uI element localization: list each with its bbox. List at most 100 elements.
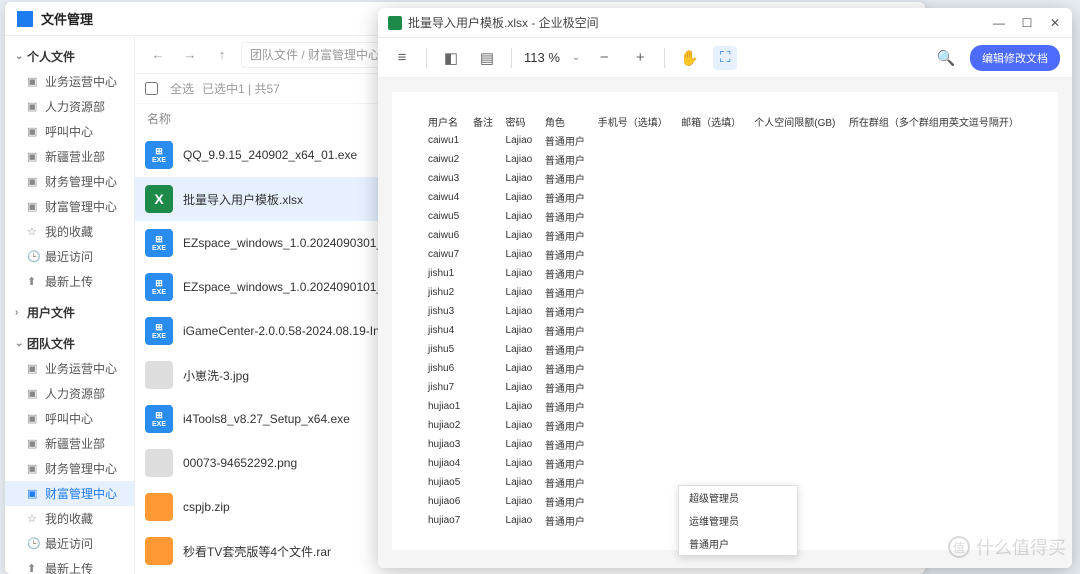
table-row[interactable]: hujiao2Lajiao普通用户 (422, 416, 1028, 435)
dropdown-option[interactable]: 运维管理员 (679, 509, 797, 532)
cell (467, 435, 500, 454)
menu-icon[interactable]: ≡ (390, 46, 414, 70)
search-icon[interactable]: 🔍 (934, 46, 958, 70)
sidebar-item[interactable]: ▣业务运营中心 (5, 69, 134, 94)
sidebar-item[interactable]: ☆我的收藏 (5, 506, 134, 531)
sidebar-item[interactable]: ⬆最新上传 (5, 269, 134, 294)
zoom-dropdown-icon[interactable]: ⌄ (572, 52, 580, 63)
folder-icon: ▣ (27, 387, 41, 400)
select-all-label: 全选 (170, 80, 194, 97)
table-row[interactable]: jishu1Lajiao普通用户 (422, 264, 1028, 283)
exe-icon: ⊞EXE (145, 229, 173, 257)
table-row[interactable]: hujiao3Lajiao普通用户 (422, 435, 1028, 454)
sidebar-item[interactable]: ▣财富管理中心 (5, 481, 134, 506)
sidebar-item[interactable]: ▣财务管理中心 (5, 456, 134, 481)
table-row[interactable]: jishu7Lajiao普通用户 (422, 378, 1028, 397)
nav-up-button[interactable]: ↑ (209, 42, 235, 68)
app-icon (17, 11, 33, 27)
cell: 普通用户 (539, 321, 592, 340)
chevron-down-icon: ⌄ (15, 338, 27, 349)
sidebar-item[interactable]: ▣财富管理中心 (5, 194, 134, 219)
chevron-right-icon: › (15, 307, 27, 318)
cell: 普通用户 (539, 245, 592, 264)
nav-back-button[interactable]: ← (145, 42, 171, 68)
sidebar-item[interactable]: 🕒最近访问 (5, 531, 134, 556)
sidebar-toggle-icon[interactable]: ◧ (439, 46, 463, 70)
cell: 普通用户 (539, 416, 592, 435)
table-row[interactable]: hujiao4Lajiao普通用户 (422, 454, 1028, 473)
dropdown-option[interactable]: 普通用户 (679, 532, 797, 555)
cell: Lajiao (500, 397, 539, 416)
zoom-level[interactable]: 113 % (524, 50, 560, 65)
page-icon[interactable]: ▤ (475, 46, 499, 70)
cell: 普通用户 (539, 207, 592, 226)
table-row[interactable]: jishu5Lajiao普通用户 (422, 340, 1028, 359)
zoom-in-button[interactable]: + (628, 46, 652, 70)
cell: Lajiao (500, 492, 539, 511)
table-row[interactable]: caiwu6Lajiao普通用户 (422, 226, 1028, 245)
sidebar-item[interactable]: ▣人力资源部 (5, 381, 134, 406)
sv-content[interactable]: 用户名备注密码角色手机号（选填）邮箱（选填）个人空间限额(GB)所在群组（多个群… (378, 78, 1072, 568)
sidebar-item-label: 我的收藏 (45, 510, 93, 527)
cell (467, 302, 500, 321)
sidebar-item[interactable]: 🕒最近访问 (5, 244, 134, 269)
cell: Lajiao (500, 226, 539, 245)
cell: 普通用户 (539, 283, 592, 302)
dropdown-option[interactable]: 超级管理员 (679, 486, 797, 509)
sidebar-item[interactable]: ▣财务管理中心 (5, 169, 134, 194)
sidebar-section-team[interactable]: ⌄团队文件 (5, 331, 134, 356)
sidebar-section-user[interactable]: ›用户文件 (5, 300, 134, 325)
sidebar-section-personal[interactable]: ⌄个人文件 (5, 44, 134, 69)
cell: 普通用户 (539, 435, 592, 454)
table-row[interactable]: jishu2Lajiao普通用户 (422, 283, 1028, 302)
zoom-out-button[interactable]: − (592, 46, 616, 70)
sv-maximize-button[interactable]: ☐ (1020, 16, 1034, 30)
table-row[interactable]: hujiao1Lajiao普通用户 (422, 397, 1028, 416)
edit-document-button[interactable]: 编辑修改文档 (970, 45, 1060, 71)
exe-icon: ⊞EXE (145, 405, 173, 433)
cell (467, 207, 500, 226)
cell: Lajiao (500, 188, 539, 207)
sidebar-item[interactable]: ⬆最新上传 (5, 556, 134, 574)
sidebar-item[interactable]: ▣呼叫中心 (5, 119, 134, 144)
sv-minimize-button[interactable]: — (992, 16, 1006, 30)
sidebar-item[interactable]: ▣人力资源部 (5, 94, 134, 119)
table-row[interactable]: jishu6Lajiao普通用户 (422, 359, 1028, 378)
cell (467, 226, 500, 245)
table-row[interactable]: caiwu1Lajiao普通用户 (422, 131, 1028, 150)
table-row[interactable]: caiwu5Lajiao普通用户 (422, 207, 1028, 226)
cell: jishu1 (422, 264, 467, 283)
sidebar-item-label: 业务运营中心 (45, 73, 117, 90)
sidebar-item[interactable]: ▣呼叫中心 (5, 406, 134, 431)
sv-close-button[interactable]: ✕ (1048, 16, 1062, 30)
cell: caiwu4 (422, 188, 467, 207)
cell: 普通用户 (539, 302, 592, 321)
select-all-checkbox[interactable] (145, 82, 158, 95)
hand-tool-icon[interactable]: ✋ (677, 46, 701, 70)
table-row[interactable]: jishu4Lajiao普通用户 (422, 321, 1028, 340)
table-row[interactable]: jishu3Lajiao普通用户 (422, 302, 1028, 321)
cell (467, 416, 500, 435)
table-row[interactable]: caiwu4Lajiao普通用户 (422, 188, 1028, 207)
folder-icon: ⬆ (27, 275, 41, 288)
folder-icon: 🕒 (27, 537, 41, 550)
sidebar-item[interactable]: ▣新疆营业部 (5, 431, 134, 456)
select-tool-icon[interactable]: ⛶ (713, 46, 737, 70)
exe-icon: ⊞EXE (145, 273, 173, 301)
cell: Lajiao (500, 321, 539, 340)
nav-forward-button[interactable]: → (177, 42, 203, 68)
table-row[interactable]: caiwu7Lajiao普通用户 (422, 245, 1028, 264)
sv-toolbar: ≡ ◧ ▤ 113 % ⌄ − + ✋ ⛶ 🔍 编辑修改文档 (378, 38, 1072, 78)
cell: hujiao1 (422, 397, 467, 416)
cell: caiwu5 (422, 207, 467, 226)
column-header: 个人空间限额(GB) (748, 112, 843, 131)
xlsx-icon: X (145, 185, 173, 213)
cell: 普通用户 (539, 150, 592, 169)
sidebar-item[interactable]: ▣业务运营中心 (5, 356, 134, 381)
sidebar-item[interactable]: ▣新疆营业部 (5, 144, 134, 169)
table-row[interactable]: caiwu2Lajiao普通用户 (422, 150, 1028, 169)
cell (467, 397, 500, 416)
sidebar-item[interactable]: ☆我的收藏 (5, 219, 134, 244)
table-row[interactable]: caiwu3Lajiao普通用户 (422, 169, 1028, 188)
spreadsheet-viewer-window: 批量导入用户模板.xlsx - 企业极空间 — ☐ ✕ ≡ ◧ ▤ 113 % … (378, 8, 1072, 568)
